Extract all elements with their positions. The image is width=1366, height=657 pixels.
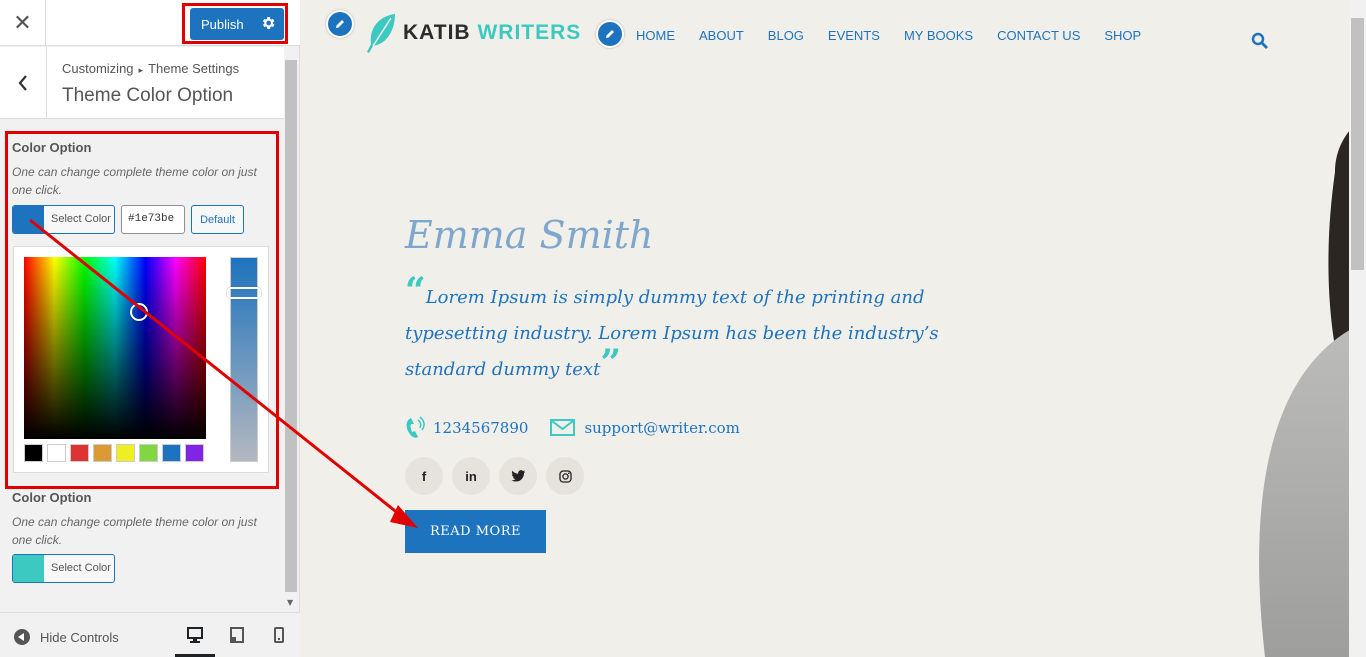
close-icon[interactable]: ✕ bbox=[0, 0, 46, 46]
color-option-description: One can change complete theme color on j… bbox=[12, 165, 257, 197]
default-color-button[interactable]: Default bbox=[191, 205, 244, 234]
nav-item-contact-us[interactable]: CONTACT US bbox=[997, 28, 1080, 43]
publish-label: Publish bbox=[201, 16, 244, 32]
site-logo[interactable]: KATIB WRITERS bbox=[365, 12, 581, 54]
color-option-title: Color Option bbox=[12, 490, 92, 505]
nav-item-shop[interactable]: SHOP bbox=[1104, 28, 1141, 43]
feather-icon bbox=[367, 14, 395, 53]
select-color-label: Select Color bbox=[51, 213, 111, 225]
palette-swatch[interactable] bbox=[70, 444, 89, 462]
breadcrumb-root: Customizing bbox=[62, 61, 134, 76]
author-photo bbox=[1259, 131, 1349, 657]
palette-swatch[interactable] bbox=[93, 444, 112, 462]
nav-item-my-books[interactable]: MY BOOKS bbox=[904, 28, 973, 43]
search-icon[interactable] bbox=[1251, 32, 1269, 50]
desktop-icon[interactable] bbox=[186, 626, 204, 644]
social-links: f in bbox=[405, 457, 584, 495]
customizer-footer: Hide Controls bbox=[0, 612, 300, 657]
color-picker bbox=[13, 246, 269, 473]
publish-button[interactable]: Publish bbox=[190, 8, 284, 40]
color-swatch bbox=[13, 555, 44, 582]
close-quote-icon: ” bbox=[600, 342, 622, 384]
nav-item-about[interactable]: ABOUT bbox=[699, 28, 744, 43]
phone-number[interactable]: 1234567890 bbox=[433, 419, 528, 437]
logo-word-writers: WRITERS bbox=[477, 21, 582, 44]
saturation-value-area[interactable] bbox=[24, 257, 206, 439]
palette-swatch[interactable] bbox=[162, 444, 181, 462]
nav-item-home[interactable]: HOME bbox=[636, 28, 675, 43]
scroll-down-icon[interactable]: ▼ bbox=[287, 598, 293, 607]
sidebar-scroll-thumb[interactable] bbox=[285, 60, 297, 592]
edit-shortcut-icon[interactable] bbox=[596, 20, 624, 48]
facebook-icon[interactable]: f bbox=[405, 457, 443, 495]
chevron-left-icon bbox=[18, 75, 27, 91]
main-navigation: HOME ABOUT BLOG EVENTS MY BOOKS CONTACT … bbox=[636, 28, 1165, 43]
color-picker-handle[interactable] bbox=[130, 303, 148, 321]
nav-item-events[interactable]: EVENTS bbox=[828, 28, 880, 43]
select-color-button[interactable]: Select Color bbox=[12, 554, 115, 583]
email-address[interactable]: support@writer.com bbox=[584, 419, 739, 437]
palette-swatch[interactable] bbox=[185, 444, 204, 462]
read-more-button[interactable]: READ MORE bbox=[405, 510, 546, 553]
collapse-icon bbox=[14, 629, 30, 645]
palette-swatch[interactable] bbox=[139, 444, 158, 462]
hide-controls-label: Hide Controls bbox=[40, 629, 119, 645]
customizer-sidebar: ✕ Publish Customizing ▸ Theme Settings The… bbox=[0, 0, 300, 657]
hue-slider-handle[interactable] bbox=[227, 287, 261, 299]
tablet-icon[interactable] bbox=[228, 626, 246, 644]
gear-icon[interactable] bbox=[260, 15, 276, 31]
hero-name: Emma Smith bbox=[405, 213, 654, 257]
contact-info: 1234567890 support@writer.com bbox=[405, 416, 740, 440]
breadcrumb-separator: ▸ bbox=[138, 65, 144, 75]
preview-scroll-thumb[interactable] bbox=[1351, 18, 1364, 270]
palette-swatch[interactable] bbox=[116, 444, 135, 462]
edit-shortcut-icon[interactable] bbox=[326, 10, 354, 38]
open-quote-icon: “ bbox=[405, 270, 426, 312]
back-button[interactable] bbox=[0, 47, 47, 119]
nav-item-blog[interactable]: BLOG bbox=[768, 28, 804, 43]
mobile-icon[interactable] bbox=[270, 626, 288, 644]
instagram-icon[interactable] bbox=[546, 457, 584, 495]
select-color-label: Select Color bbox=[51, 562, 111, 574]
hero-quote: “Lorem Ipsum is simply dummy text of the… bbox=[405, 273, 1025, 388]
breadcrumb-section: Theme Settings bbox=[148, 61, 240, 76]
logo-text: KATIB WRITERS bbox=[403, 21, 581, 45]
color-option-title: Color Option bbox=[12, 140, 92, 155]
twitter-icon[interactable] bbox=[499, 457, 537, 495]
hide-controls-button[interactable]: Hide Controls bbox=[14, 629, 119, 645]
palette-swatch[interactable] bbox=[47, 444, 66, 462]
color-option-description: One can change complete theme color on j… bbox=[12, 515, 257, 547]
site-preview: Emma Smith “Lorem Ipsum is simply dummy … bbox=[300, 0, 1349, 657]
section-header: Customizing ▸ Theme Settings Theme Color O… bbox=[0, 47, 284, 119]
email-icon bbox=[550, 419, 576, 436]
breadcrumb: Customizing ▸ Theme Settings bbox=[62, 61, 239, 76]
hex-color-input[interactable]: #1e73be bbox=[121, 205, 185, 234]
color-palette bbox=[24, 444, 204, 462]
linkedin-icon[interactable]: in bbox=[452, 457, 490, 495]
color-swatch bbox=[13, 206, 44, 233]
logo-word-katib: KATIB bbox=[403, 21, 471, 44]
section-title: Theme Color Option bbox=[62, 85, 234, 106]
palette-swatch[interactable] bbox=[24, 444, 43, 462]
select-color-button[interactable]: Select Color bbox=[12, 205, 115, 234]
phone-icon bbox=[406, 416, 425, 438]
hero-quote-text: Lorem Ipsum is simply dummy text of the … bbox=[405, 287, 939, 380]
